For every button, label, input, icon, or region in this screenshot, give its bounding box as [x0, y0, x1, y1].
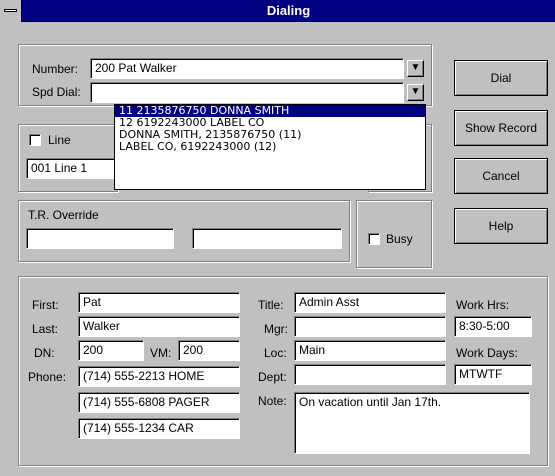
note-label: Note:	[258, 394, 287, 408]
first-field[interactable]: Pat	[78, 292, 240, 313]
number-field[interactable]: 200 Pat Walker	[90, 58, 404, 79]
phone-label: Phone:	[28, 370, 67, 384]
loc-label: Loc:	[264, 346, 287, 360]
dept-field[interactable]	[294, 364, 446, 385]
phone-field-1[interactable]: (714) 555-2213 HOME	[78, 366, 240, 387]
dial-button[interactable]: Dial	[454, 60, 548, 96]
number-label: Number:	[32, 62, 79, 76]
number-value: 200 Pat Walker	[95, 61, 177, 75]
cancel-button-label: Cancel	[482, 169, 520, 183]
help-button[interactable]: Help	[454, 208, 548, 244]
tr-override-label: T.R. Override	[28, 208, 99, 222]
dn-label: DN:	[34, 346, 55, 360]
phone-value: (714) 555-1234 CAR	[83, 421, 194, 435]
note-field[interactable]: On vacation until Jan 17th.	[294, 392, 530, 454]
spd-dial-label: Spd Dial:	[32, 85, 81, 99]
phone-field-3[interactable]: (714) 555-1234 CAR	[78, 418, 240, 439]
show-record-button-label: Show Record	[464, 121, 538, 135]
window-title: Dialing	[266, 3, 311, 18]
work-days-label: Work Days:	[456, 346, 518, 360]
last-label: Last:	[32, 322, 59, 336]
spd-dial-list-item[interactable]: LABEL CO, 6192243000 (12)	[115, 141, 425, 153]
tr-override-field-2[interactable]	[192, 228, 342, 249]
work-hrs-label: Work Hrs:	[456, 298, 510, 312]
work-days-field[interactable]: MTWTF	[454, 364, 532, 385]
vm-label: VM:	[150, 346, 172, 360]
show-record-button[interactable]: Show Record	[454, 110, 548, 146]
down-arrow-icon: ▼	[410, 86, 421, 97]
title-value: Admin Asst	[299, 295, 360, 309]
title-label: Title:	[258, 298, 284, 312]
last-value: Walker	[83, 319, 120, 333]
phone-value: (714) 555-2213 HOME	[83, 369, 205, 383]
dial-button-label: Dial	[490, 71, 512, 85]
dept-label: Dept:	[258, 370, 287, 384]
line-value: 001 Line 1	[31, 161, 88, 175]
note-value: On vacation until Jan 17th.	[299, 395, 442, 409]
cancel-button[interactable]: Cancel	[454, 158, 548, 194]
vm-field[interactable]: 200	[178, 340, 240, 361]
mgr-label: Mgr:	[264, 322, 288, 336]
vm-value: 200	[183, 343, 204, 357]
mgr-field[interactable]	[294, 316, 446, 337]
phone-value: (714) 555-6808 PAGER	[83, 395, 210, 409]
line-checkbox[interactable]	[29, 134, 41, 146]
spd-dial-field[interactable]	[90, 82, 404, 103]
dn-field[interactable]: 200	[78, 340, 144, 361]
work-days-value: MTWTF	[459, 367, 503, 381]
phone-field-2[interactable]: (714) 555-6808 PAGER	[78, 392, 240, 413]
title-field[interactable]: Admin Asst	[294, 292, 446, 313]
loc-value: Main	[299, 343, 326, 357]
line-field[interactable]: 001 Line 1	[26, 158, 118, 179]
dn-value: 200	[83, 343, 104, 357]
spd-dial-dropdown-list[interactable]: 11 2135876750 DONNA SMITH 12 6192243000 …	[114, 104, 426, 190]
number-dropdown-button[interactable]: ▼	[407, 60, 424, 77]
work-hrs-field[interactable]: 8:30-5:00	[454, 316, 532, 337]
first-label: First:	[32, 298, 59, 312]
tr-override-field-1[interactable]	[26, 228, 174, 249]
work-hrs-value: 8:30-5:00	[459, 319, 510, 333]
last-field[interactable]: Walker	[78, 316, 240, 337]
first-value: Pat	[83, 295, 102, 309]
spd-dial-dropdown-button[interactable]: ▼	[407, 84, 424, 101]
loc-field[interactable]: Main	[294, 340, 446, 361]
system-menu-button[interactable]	[0, 0, 22, 22]
dialing-dialog: Dialing Number: 200 Pat Walker ▼ Spd Dia…	[0, 0, 555, 476]
down-arrow-icon: ▼	[410, 62, 421, 73]
busy-label[interactable]: Busy	[386, 232, 413, 246]
title-bar[interactable]: Dialing	[0, 0, 555, 22]
line-checkbox-label[interactable]: Line	[48, 133, 71, 147]
system-menu-icon	[4, 9, 17, 12]
help-button-label: Help	[488, 219, 514, 233]
busy-checkbox[interactable]	[368, 233, 380, 245]
